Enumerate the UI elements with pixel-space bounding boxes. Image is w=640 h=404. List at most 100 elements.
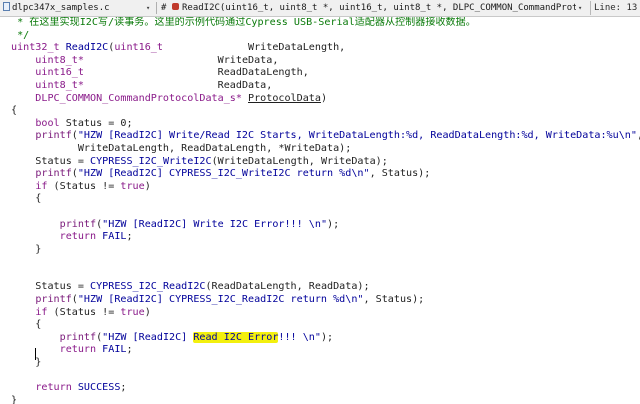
code-line[interactable]: return SUCCESS; <box>11 382 640 395</box>
code-token: uint8_t* <box>11 79 84 91</box>
code-token: if <box>35 306 48 318</box>
text-caret <box>35 348 36 360</box>
code-line[interactable]: Status = CYPRESS_I2C_ReadI2C(ReadDataLen… <box>11 281 640 294</box>
file-dropdown-arrow-icon[interactable]: ▾ <box>146 0 150 16</box>
code-line[interactable]: if (Status != true) <box>11 181 640 194</box>
code-token: } <box>11 357 42 369</box>
code-token: printf <box>35 130 72 142</box>
code-token: FAIL <box>102 344 127 356</box>
code-token: uint16_t <box>11 67 84 79</box>
code-editor[interactable]: * 在这里实现I2C写/读事务。这里的示例代码通过Cypress USB-Ser… <box>0 17 640 404</box>
code-token: printf <box>59 218 97 230</box>
code-line[interactable]: DLPC_COMMON_CommandProtocolData_s* Proto… <box>11 93 640 106</box>
code-line[interactable]: printf("HZW [ReadI2C] CYPRESS_I2C_WriteI… <box>11 168 640 181</box>
code-token: ReadDataLength, <box>83 67 309 79</box>
file-icon <box>3 2 10 11</box>
code-token: return <box>59 344 97 356</box>
code-token: "HZW [ReadI2C] <box>102 331 194 343</box>
code-line[interactable] <box>11 256 640 269</box>
code-token: return <box>35 382 72 394</box>
code-line[interactable]: uint32_t ReadI2C(uint16_t WriteDataLengt… <box>11 42 640 55</box>
code-token: ); <box>320 331 334 343</box>
code-token: ; <box>126 231 133 243</box>
code-token: uint32_t <box>11 42 66 54</box>
code-line[interactable] <box>11 370 640 383</box>
code-line[interactable]: WriteDataLength, ReadDataLength, *WriteD… <box>11 143 640 156</box>
code-token: "HZW [ReadI2C] Write I2C Error!!! \n" <box>102 218 328 230</box>
code-line[interactable]: uint8_t* WriteData, <box>11 55 640 68</box>
code-token: { <box>11 319 42 331</box>
code-token: (Status != <box>47 306 121 318</box>
code-line[interactable]: */ <box>11 30 640 43</box>
code-token: if <box>35 180 48 192</box>
code-line[interactable]: } <box>11 357 640 370</box>
code-line[interactable]: bool Status = 0; <box>11 118 640 131</box>
code-line[interactable]: { <box>11 319 640 332</box>
code-token: { <box>11 105 18 117</box>
code-token: ; <box>126 344 133 356</box>
code-line[interactable]: uint16_t ReadDataLength, <box>11 67 640 80</box>
code-token: { <box>11 193 42 205</box>
code-token: return <box>59 231 97 243</box>
code-token: "HZW [ReadI2C] CYPRESS_I2C_ReadI2C retur… <box>77 294 364 306</box>
file-selector[interactable]: dlpc347x_samples.c <box>3 0 110 16</box>
code-token: Status = 0; <box>59 117 133 129</box>
function-selector[interactable]: ReadI2C(uint16_t, uint8_t *, uint16_t, u… <box>172 0 576 16</box>
code-token: true <box>120 306 145 318</box>
code-line[interactable]: if (Status != true) <box>11 307 640 320</box>
code-token: WriteDataLength, <box>162 42 346 54</box>
code-token: (WriteDataLength, WriteData); <box>211 155 388 167</box>
function-icon <box>172 3 179 10</box>
code-line[interactable]: printf("HZW [ReadI2C] CYPRESS_I2C_ReadI2… <box>11 294 640 307</box>
code-line[interactable]: printf("HZW [ReadI2C] Write/Read I2C Sta… <box>11 130 640 143</box>
code-token: ) <box>144 306 151 318</box>
search-highlight: Read I2C Error <box>193 331 279 343</box>
file-name: dlpc347x_samples.c <box>12 3 110 13</box>
code-token: "HZW [ReadI2C] Write/Read I2C Starts, Wr… <box>77 130 637 142</box>
code-token: ); <box>327 218 340 230</box>
code-line[interactable]: { <box>11 193 640 206</box>
symbol-hash-icon[interactable]: # <box>161 0 166 16</box>
code-token: (ReadDataLength, ReadData); <box>205 281 370 293</box>
code-token: CYPRESS_I2C_WriteI2C <box>90 155 212 167</box>
code-line[interactable]: Status = CYPRESS_I2C_WriteI2C(WriteDataL… <box>11 156 640 169</box>
code-line[interactable]: } <box>11 244 640 257</box>
code-token: ReadData, <box>83 79 273 91</box>
code-token: !!! \n" <box>278 331 321 343</box>
code-line[interactable]: } <box>11 395 640 404</box>
code-text[interactable]: * 在这里实现I2C写/读事务。这里的示例代码通过Cypress USB-Ser… <box>11 17 640 404</box>
code-token: (Status != <box>47 180 121 192</box>
code-line[interactable]: { <box>11 105 640 118</box>
code-token: ReadI2C <box>65 42 109 54</box>
code-token: ) <box>320 92 328 104</box>
code-token: ) <box>144 180 151 192</box>
code-token: "HZW [ReadI2C] CYPRESS_I2C_WriteI2C retu… <box>77 168 370 180</box>
code-line[interactable]: * 在这里实现I2C写/读事务。这里的示例代码通过Cypress USB-Ser… <box>11 17 640 30</box>
code-token: Status = <box>11 281 91 293</box>
code-line[interactable]: uint8_t* ReadData, <box>11 80 640 93</box>
code-line[interactable]: return FAIL; <box>11 231 640 244</box>
code-line[interactable] <box>11 269 640 282</box>
line-indicator: Line: 13 <box>590 1 640 15</box>
code-token: * 在这里实现I2C写/读事务。这里的示例代码通过Cypress USB-Ser… <box>11 17 476 28</box>
code-line[interactable]: printf("HZW [ReadI2C] Read I2C Error!!! … <box>11 331 640 345</box>
code-line[interactable]: printf("HZW [ReadI2C] Write I2C Error!!!… <box>11 219 640 232</box>
code-line[interactable] <box>11 206 640 219</box>
code-token: ; <box>120 382 127 394</box>
code-token: CYPRESS_I2C_ReadI2C <box>90 281 206 293</box>
function-dropdown-arrow-icon[interactable]: ▾ <box>578 0 582 16</box>
code-token: printf <box>35 168 72 180</box>
code-line[interactable]: return FAIL; <box>11 344 640 357</box>
editor-toolbar: dlpc347x_samples.c ▾ # ReadI2C(uint16_t,… <box>0 0 640 17</box>
code-token: } <box>11 243 42 255</box>
toolbar-divider <box>156 2 157 14</box>
code-token: uint16_t <box>114 42 163 54</box>
code-token: DLPC_COMMON_CommandProtocolData_s* <box>11 92 242 104</box>
